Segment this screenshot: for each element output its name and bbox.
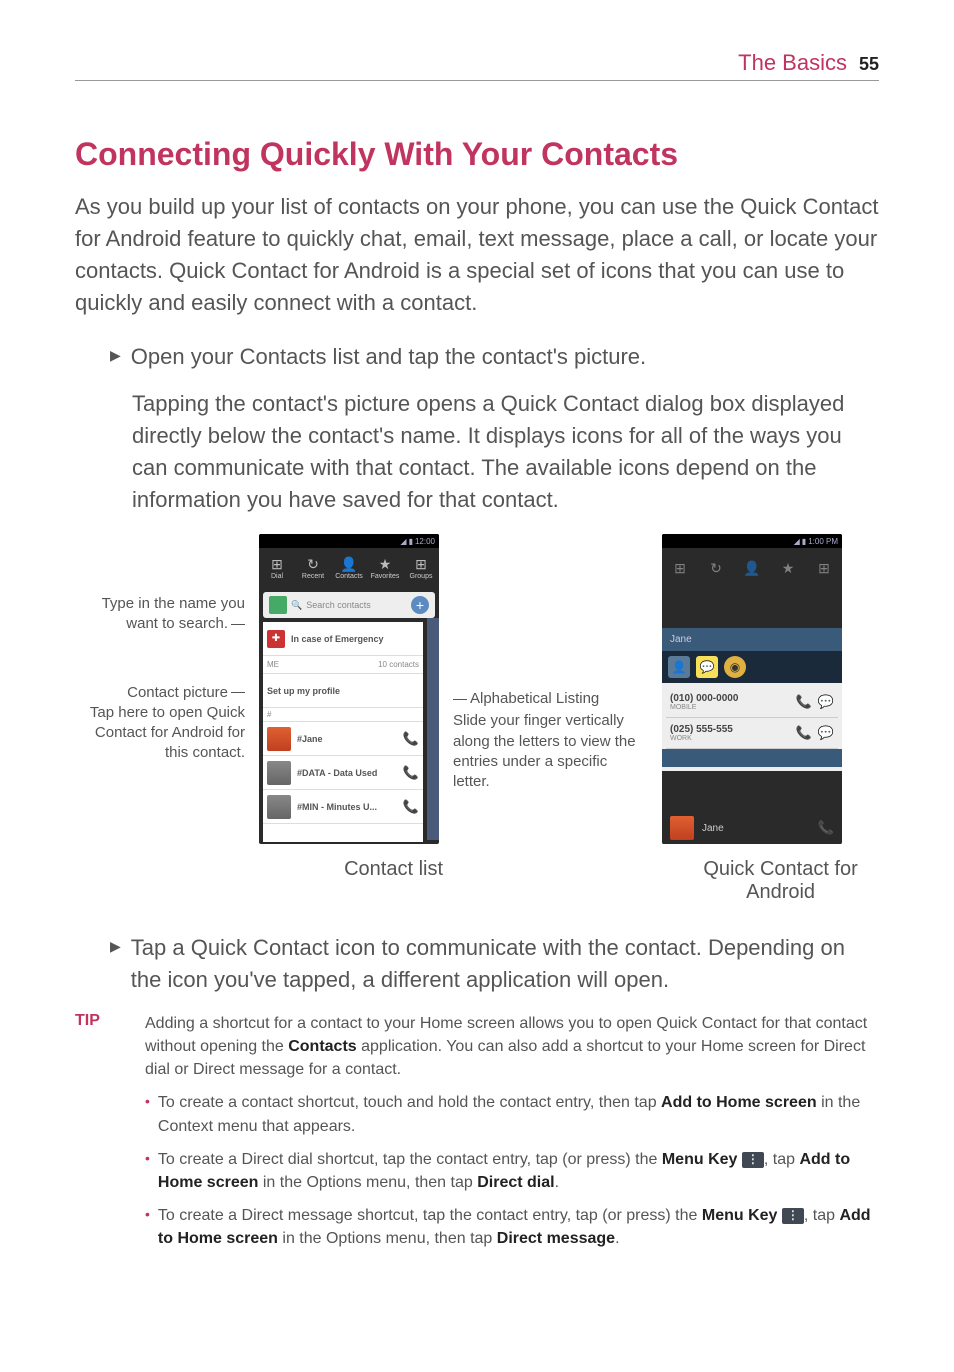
dialpad-icon: ⊞: [259, 556, 295, 573]
bullet-dot-icon: •: [145, 1091, 150, 1137]
contact-avatar[interactable]: [267, 727, 291, 751]
menu-key-icon: [782, 1208, 804, 1224]
quick-contact-screenshot: ◢ ▮ 1:00 PM ⊞ ↻ 👤 ★ ⊞ Jane 👤 💬 ◉ (010) 0…: [662, 534, 842, 844]
tab-contacts[interactable]: 👤Contacts: [331, 556, 367, 580]
status-bar: ◢ ▮ 1:00 PM: [662, 534, 842, 548]
step-2-text: Tap a Quick Contact icon to communicate …: [131, 932, 879, 996]
alpha-callout-title: Alphabetical Listing: [470, 690, 599, 707]
sms-icon[interactable]: 💬: [818, 725, 834, 741]
tab-favorites[interactable]: ★Favorites: [367, 556, 403, 580]
data-row[interactable]: #DATA - Data Used 📞: [263, 756, 423, 790]
search-icon: 🔍: [291, 600, 302, 611]
page-title: Connecting Quickly With Your Contacts: [75, 136, 879, 173]
jane-row[interactable]: #Jane 📞: [263, 722, 423, 756]
groups-icon: ⊞: [403, 556, 439, 573]
phone-row-mobile: (010) 000-0000 MOBILE 📞 💬: [666, 687, 838, 718]
me-row: ME10 contacts: [263, 656, 423, 674]
profile-icon[interactable]: 👤: [668, 656, 690, 678]
tab-recent[interactable]: ↻Recent: [295, 556, 331, 580]
add-contact-button[interactable]: +: [411, 596, 429, 614]
contact-avatar[interactable]: [267, 761, 291, 785]
alpha-scrollbar[interactable]: [427, 618, 439, 840]
figure-row: Type in the name you want to search. Con…: [75, 534, 879, 844]
contact-list: ✚ In case of Emergency ME10 contacts Set…: [263, 622, 423, 842]
bullet-dot-icon: •: [145, 1204, 150, 1250]
tab-dial[interactable]: ⊞Dial: [259, 556, 295, 580]
ice-row[interactable]: ✚ In case of Emergency: [263, 622, 423, 656]
quick-contact-name: Jane: [662, 628, 842, 651]
tip-bullet-1: • To create a contact shortcut, touch an…: [145, 1091, 879, 1137]
step-1-detail: Tapping the contact's picture opens a Qu…: [132, 388, 879, 516]
step-1: ▶ Open your Contacts list and tap the co…: [110, 341, 879, 373]
search-callout: Type in the name you want to search.: [102, 595, 245, 632]
picture-callout-title: Contact picture: [127, 684, 228, 701]
bullet-dot-icon: •: [145, 1148, 150, 1194]
recent-icon: ↻: [295, 556, 331, 573]
tip-bullet-2: • To create a Direct dial shortcut, tap …: [145, 1148, 879, 1194]
picture-callout-desc: Tap here to open Quick Contact for Andro…: [90, 704, 245, 762]
tabs-dimmed: ⊞ ↻ 👤 ★ ⊞: [662, 548, 842, 588]
tab-groups[interactable]: ⊞Groups: [403, 556, 439, 580]
section-title: The Basics: [738, 50, 847, 76]
talk-icon[interactable]: 💬: [696, 656, 718, 678]
step-2: ▶ Tap a Quick Contact icon to communicat…: [110, 932, 879, 996]
min-row[interactable]: #MIN - Minutes U... 📞: [263, 790, 423, 824]
search-placeholder: Search contacts: [306, 600, 371, 610]
header-divider: The Basics 55: [75, 50, 879, 81]
step-1-text: Open your Contacts list and tap the cont…: [131, 341, 646, 373]
phone-row-work: (025) 555-555 WORK 📞 💬: [666, 718, 838, 749]
tip-label: TIP: [75, 1012, 125, 1261]
contact-avatar[interactable]: [267, 795, 291, 819]
ice-label: In case of Emergency: [291, 634, 384, 644]
caption-left: Contact list: [305, 858, 482, 904]
clock: 1:00 PM: [808, 537, 838, 546]
quick-contact-actions: 👤 💬 ◉: [662, 651, 842, 683]
menu-key-icon: [742, 1152, 764, 1168]
intro-paragraph: As you build up your list of contacts on…: [75, 191, 879, 319]
search-row[interactable]: 🔍 Search contacts +: [263, 592, 435, 618]
alpha-callout-desc: Slide your finger vertically along the l…: [453, 711, 648, 792]
tip-bullet-3: • To create a Direct message shortcut, t…: [145, 1204, 879, 1250]
caption-right: Quick Contact for Android: [682, 858, 879, 904]
setup-profile-row[interactable]: Set up my profile: [263, 674, 423, 708]
search-avatar: [269, 596, 287, 614]
mid-callouts: Alphabetical Listing Slide your finger v…: [453, 534, 648, 792]
page-number: 55: [859, 54, 879, 75]
chrome-icon[interactable]: ◉: [724, 656, 746, 678]
contact-avatar[interactable]: [670, 816, 694, 840]
bullet-icon: ▶: [110, 938, 121, 996]
quick-contact-details: (010) 000-0000 MOBILE 📞 💬 (025) 555-555 …: [662, 683, 842, 771]
signal-icon: ◢: [794, 537, 800, 546]
sms-icon[interactable]: 💬: [818, 694, 834, 710]
call-icon[interactable]: 📞: [796, 725, 812, 741]
ice-icon: ✚: [267, 630, 285, 648]
tabs: ⊞Dial ↻Recent 👤Contacts ★Favorites ⊞Grou…: [259, 548, 439, 588]
tip-intro: Adding a shortcut for a contact to your …: [145, 1012, 879, 1082]
status-bar: ◢ ▮ 12:00: [259, 534, 439, 548]
sep-row: #: [263, 708, 423, 722]
call-icon[interactable]: 📞: [796, 694, 812, 710]
contact-list-screenshot: ◢ ▮ 12:00 ⊞Dial ↻Recent 👤Contacts ★Favor…: [259, 534, 439, 844]
call-icon[interactable]: 📞: [403, 731, 419, 747]
battery-icon: ▮: [409, 537, 413, 546]
battery-icon: ▮: [802, 537, 806, 546]
captions: Contact list Quick Contact for Android: [75, 858, 879, 904]
signal-icon: ◢: [400, 537, 406, 546]
call-icon[interactable]: 📞: [403, 799, 419, 815]
bottom-contact-row: Jane 📞: [662, 812, 842, 844]
tip-block: TIP Adding a shortcut for a contact to y…: [75, 1012, 879, 1261]
clock: 12:00: [415, 537, 435, 546]
bullet-icon: ▶: [110, 347, 121, 373]
left-callouts: Type in the name you want to search. Con…: [75, 534, 245, 792]
star-icon: ★: [367, 556, 403, 573]
call-icon[interactable]: 📞: [818, 820, 834, 836]
call-icon[interactable]: 📞: [403, 765, 419, 781]
qc-strip: [662, 749, 842, 767]
contacts-icon: 👤: [331, 556, 367, 573]
bottom-name: Jane: [702, 823, 724, 834]
